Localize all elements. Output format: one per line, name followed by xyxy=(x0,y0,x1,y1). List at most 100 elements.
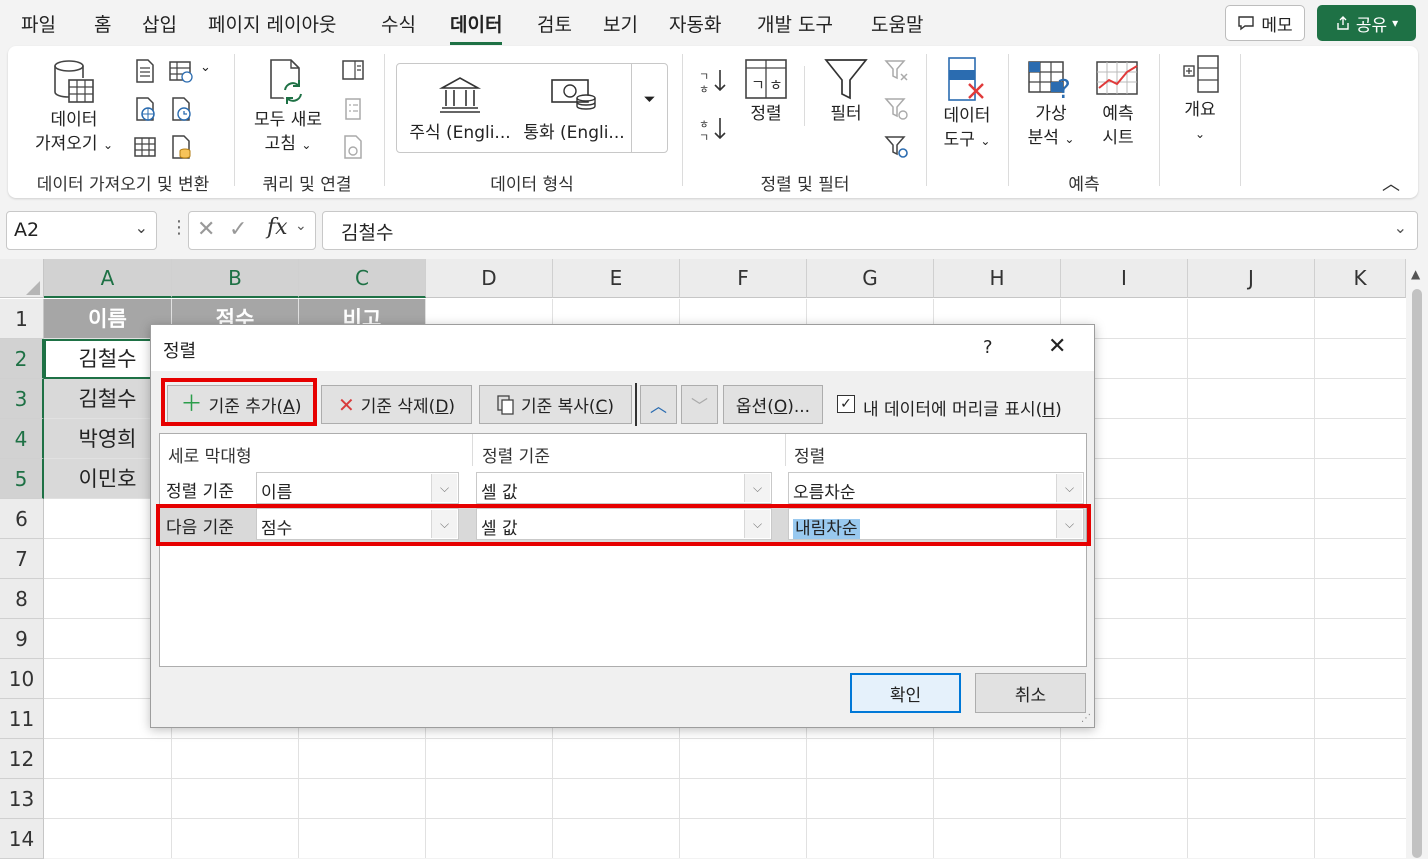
resize-grip-icon[interactable]: ⋰ xyxy=(1081,713,1091,724)
name-box[interactable]: A2 ⌄ xyxy=(6,211,157,250)
cancel-icon[interactable]: ✕ xyxy=(197,217,215,242)
properties-icon[interactable] xyxy=(340,96,366,122)
row-header-11[interactable]: 11 xyxy=(0,699,44,739)
help-button[interactable]: ? xyxy=(983,337,993,358)
edit-links-icon[interactable] xyxy=(340,134,366,160)
column-header-b[interactable]: B xyxy=(172,259,299,298)
collapse-ribbon-icon[interactable]: ︿ xyxy=(1382,170,1400,196)
expand-formula-icon[interactable]: ⌄ xyxy=(1394,218,1407,237)
column-header-e[interactable]: E xyxy=(553,259,680,298)
sort-descending-icon[interactable]: ㅎㄱ xyxy=(698,114,728,144)
advanced-filter-icon[interactable] xyxy=(884,134,910,160)
select-all-corner[interactable] xyxy=(0,259,44,298)
column-header-k[interactable]: K xyxy=(1315,259,1406,298)
vertical-scrollbar[interactable]: ▲ xyxy=(1406,259,1428,858)
row-header-8[interactable]: 8 xyxy=(0,579,44,619)
row-header-7[interactable]: 7 xyxy=(0,539,44,579)
more-options-icon[interactable]: ⋮ xyxy=(170,217,188,238)
column-header-g[interactable]: G xyxy=(807,259,934,298)
row-header-5[interactable]: 5 xyxy=(0,459,44,499)
from-table-icon[interactable] xyxy=(132,134,158,160)
tab-home[interactable]: 홈 xyxy=(94,10,111,37)
sort-on-select[interactable]: 셀 값 ⌵ xyxy=(476,472,772,504)
scrollbar-thumb[interactable] xyxy=(1412,289,1422,858)
row-header-2[interactable]: 2 xyxy=(0,339,44,379)
row-header-12[interactable]: 12 xyxy=(0,739,44,779)
enter-icon[interactable]: ✓ xyxy=(229,217,247,242)
then-by-column-select[interactable]: 점수 ⌵ xyxy=(256,508,459,540)
column-header-i[interactable]: I xyxy=(1061,259,1188,298)
forecast-sheet-button[interactable]: 예측 시트 xyxy=(1086,58,1150,150)
tab-data[interactable]: 데이터 xyxy=(450,10,503,45)
sort-button[interactable]: ㄱㅎ 정렬 xyxy=(736,58,796,126)
tab-file[interactable]: 파일 xyxy=(21,10,56,37)
column-header-c[interactable]: C xyxy=(299,259,426,298)
then-by-sort-on-select[interactable]: 셀 값 ⌵ xyxy=(476,508,772,540)
column-header-a[interactable]: A xyxy=(44,259,172,298)
sort-level-row[interactable]: 정렬 기준 이름 ⌵ 셀 값 ⌵ 오름차순 ⌵ xyxy=(160,472,1086,506)
from-web-icon[interactable] xyxy=(132,96,158,122)
delete-level-button[interactable]: ✕ 기준 삭제(D) xyxy=(321,385,472,424)
reapply-filter-icon[interactable] xyxy=(884,96,910,122)
currency-data-type[interactable]: 통화 (Engli... xyxy=(519,74,629,143)
column-header-h[interactable]: H xyxy=(934,259,1061,298)
tab-formulas[interactable]: 수식 xyxy=(381,10,416,37)
add-level-button[interactable]: ＋ 기준 추가(A) xyxy=(167,385,315,424)
tab-review[interactable]: 검토 xyxy=(537,10,572,37)
refresh-all-button[interactable]: 모두 새로 고침 ⌄ xyxy=(244,58,332,157)
row-header-14[interactable]: 14 xyxy=(0,819,44,859)
close-icon[interactable]: ✕ xyxy=(1048,334,1066,359)
tab-page-layout[interactable]: 페이지 레이아웃 xyxy=(208,10,336,37)
move-up-button[interactable]: ︿ xyxy=(640,385,677,424)
row-header-6[interactable]: 6 xyxy=(0,499,44,539)
insert-function-icon[interactable]: fx xyxy=(267,215,288,240)
formula-input[interactable]: 김철수 ⌄ xyxy=(322,211,1418,250)
share-button[interactable]: 공유 ▾ xyxy=(1317,5,1416,41)
row-header-10[interactable]: 10 xyxy=(0,659,44,699)
ok-button[interactable]: 확인 xyxy=(850,673,961,713)
column-header-f[interactable]: F xyxy=(680,259,807,298)
row-header-9[interactable]: 9 xyxy=(0,619,44,659)
copy-level-button[interactable]: 기준 복사(C) xyxy=(479,385,632,424)
column-header-d[interactable]: D xyxy=(426,259,553,298)
chevron-down-icon[interactable]: ⌄ xyxy=(200,60,211,75)
outline-button[interactable]: 개요 ⌄ xyxy=(1170,54,1230,146)
chevron-down-icon[interactable]: ⌄ xyxy=(295,218,307,234)
tab-help[interactable]: 도움말 xyxy=(871,10,923,37)
row-header-1[interactable]: 1 xyxy=(0,299,44,339)
sort-ascending-icon[interactable]: ㄱㅎ xyxy=(698,66,728,96)
data-tools-button[interactable]: 데이터 도구 ⌄ xyxy=(934,56,1000,153)
column-header-j[interactable]: J xyxy=(1188,259,1315,298)
sort-order-select[interactable]: 오름차순 ⌵ xyxy=(788,472,1084,504)
sort-dialog: 정렬 ? ✕ ＋ 기준 추가(A) ✕ 기준 삭제(D) 기준 복사(C) ︿ … xyxy=(150,324,1095,728)
clear-filter-icon[interactable] xyxy=(884,58,910,84)
tab-view[interactable]: 보기 xyxy=(603,10,638,37)
filter-button[interactable]: 필터 xyxy=(816,58,876,126)
what-if-analysis-button[interactable]: ? 가상 분석 ⌄ xyxy=(1018,58,1084,151)
sort-level-row-selected[interactable]: 다음 기준 점수 ⌵ 셀 값 ⌵ 내림차순 ⌵ xyxy=(160,508,1086,542)
existing-connections-icon[interactable] xyxy=(168,96,194,122)
queries-pane-icon[interactable] xyxy=(340,58,366,84)
sort-column-select[interactable]: 이름 ⌵ xyxy=(256,472,459,504)
from-text-icon[interactable] xyxy=(132,58,158,84)
gallery-more-button[interactable]: ⏷ xyxy=(632,64,667,152)
row-header-13[interactable]: 13 xyxy=(0,779,44,819)
row-header-4[interactable]: 4 xyxy=(0,419,44,459)
then-by-order-select[interactable]: 내림차순 ⌵ xyxy=(788,508,1084,540)
row-header-3[interactable]: 3 xyxy=(0,379,44,419)
stocks-data-type[interactable]: 주식 (Engli... xyxy=(405,74,515,143)
move-down-button[interactable]: ﹀ xyxy=(681,385,718,424)
from-other-sources-icon[interactable] xyxy=(168,134,194,160)
recent-sources-icon[interactable] xyxy=(168,58,194,84)
get-data-button[interactable]: 데이터 가져오기 ⌄ xyxy=(22,58,126,157)
cancel-button[interactable]: 취소 xyxy=(975,673,1086,713)
tab-developer[interactable]: 개발 도구 xyxy=(757,10,833,37)
tab-insert[interactable]: 삽입 xyxy=(142,10,177,37)
chevron-down-icon: ▾ xyxy=(1392,16,1399,30)
tab-automate[interactable]: 자동화 xyxy=(669,10,721,37)
header-checkbox-label[interactable]: 내 데이터에 머리글 표시(H) xyxy=(863,395,1062,420)
scroll-up-icon[interactable]: ▲ xyxy=(1411,267,1420,281)
options-button[interactable]: 옵션(O)... xyxy=(723,385,823,424)
header-checkbox[interactable]: ✓ xyxy=(837,395,855,413)
memo-button[interactable]: 메모 xyxy=(1225,5,1305,41)
